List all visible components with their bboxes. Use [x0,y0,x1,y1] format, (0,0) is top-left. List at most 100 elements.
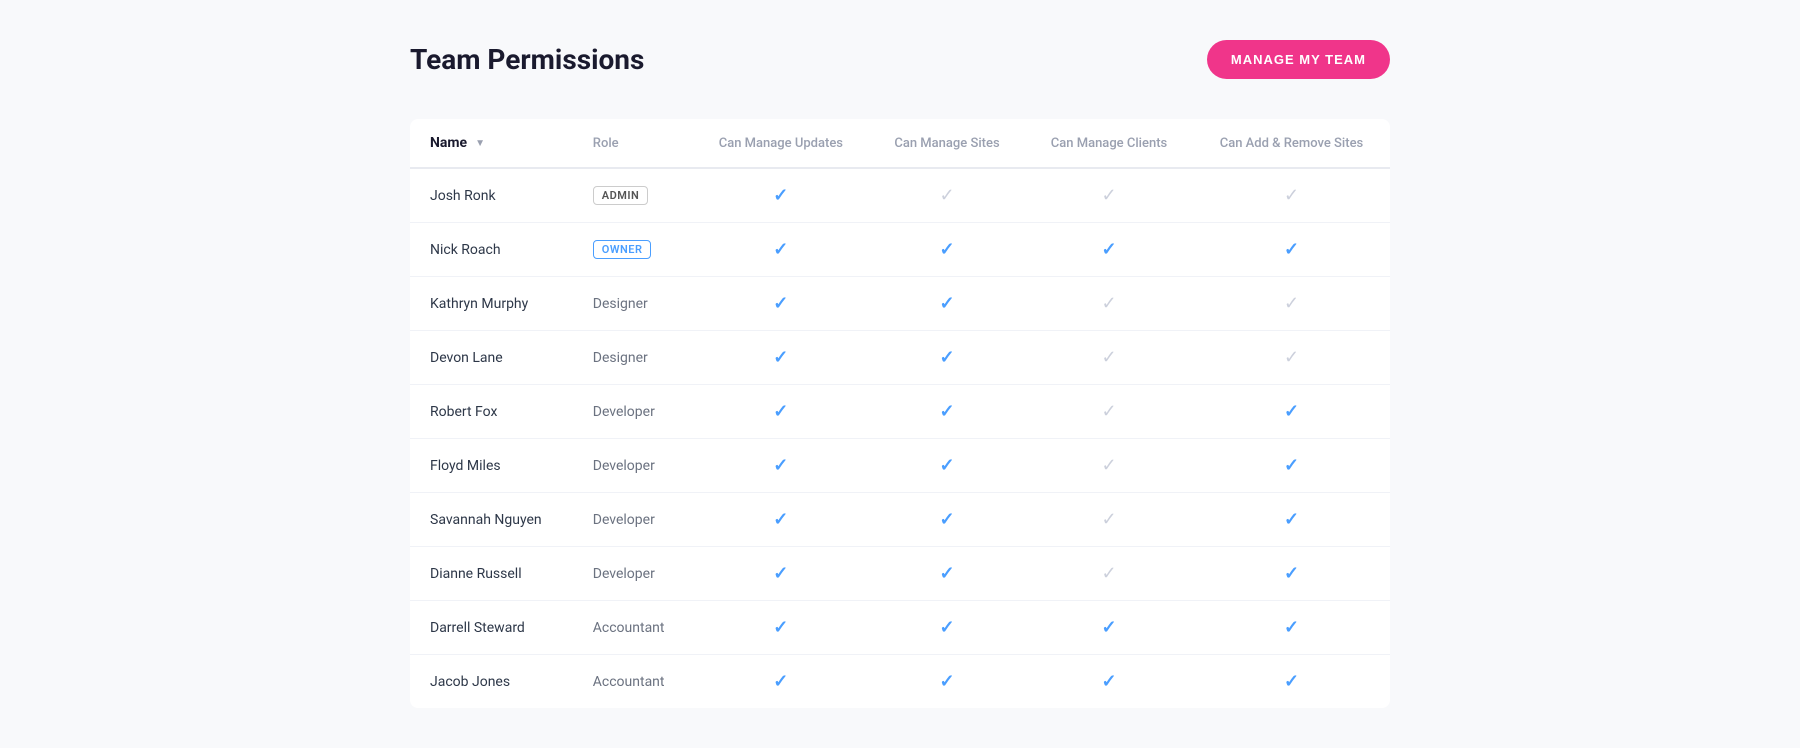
page-header: Team Permissions MANAGE MY TEAM [410,40,1390,79]
permissions-table: Name ▼ Role Can Manage Updates Can Manag… [410,119,1390,708]
role-cell: Developer [573,493,693,547]
check-active-icon: ✓ [1101,239,1116,260]
table-row: Savannah NguyenDeveloper ✓ ✓ ✓ ✓ [410,493,1390,547]
can-manage-clients-cell: ✓ [1025,168,1193,223]
can-add-remove-sites-cell: ✓ [1193,223,1390,277]
check-active-icon: ✓ [1284,401,1299,422]
can-manage-updates-cell: ✓ [693,547,869,601]
can-manage-updates-cell: ✓ [693,168,869,223]
can-manage-clients-cell: ✓ [1025,385,1193,439]
check-active-icon: ✓ [1284,671,1299,692]
check-active-icon: ✓ [773,617,788,638]
can-manage-updates-cell: ✓ [693,601,869,655]
col-header-manage-updates: Can Manage Updates [693,119,869,168]
check-active-icon: ✓ [1284,563,1299,584]
role-cell: OWNER [573,223,693,277]
col-header-name[interactable]: Name ▼ [410,119,573,168]
table-header: Name ▼ Role Can Manage Updates Can Manag… [410,119,1390,168]
name-cell: Devon Lane [410,331,573,385]
can-manage-clients-cell: ✓ [1025,547,1193,601]
check-active-icon: ✓ [1284,617,1299,638]
can-manage-updates-cell: ✓ [693,277,869,331]
col-header-manage-clients: Can Manage Clients [1025,119,1193,168]
role-cell: Developer [573,439,693,493]
check-active-icon: ✓ [773,455,788,476]
can-manage-updates-cell: ✓ [693,385,869,439]
manage-team-button[interactable]: MANAGE MY TEAM [1207,40,1390,79]
name-cell: Darrell Steward [410,601,573,655]
can-add-remove-sites-cell: ✓ [1193,655,1390,709]
can-manage-updates-cell: ✓ [693,331,869,385]
check-active-icon: ✓ [773,509,788,530]
can-manage-clients-cell: ✓ [1025,277,1193,331]
can-manage-updates-cell: ✓ [693,655,869,709]
check-active-icon: ✓ [939,455,954,476]
col-header-manage-sites: Can Manage Sites [869,119,1025,168]
name-cell: Robert Fox [410,385,573,439]
role-cell: Designer [573,277,693,331]
can-manage-sites-cell: ✓ [869,168,1025,223]
permissions-table-wrapper: Name ▼ Role Can Manage Updates Can Manag… [410,119,1390,708]
can-manage-clients-cell: ✓ [1025,223,1193,277]
check-active-icon: ✓ [1101,617,1116,638]
name-cell: Jacob Jones [410,655,573,709]
can-manage-updates-cell: ✓ [693,493,869,547]
role-cell: Designer [573,331,693,385]
check-inactive-icon: ✓ [1101,347,1116,368]
name-cell: Josh Ronk [410,168,573,223]
can-manage-updates-cell: ✓ [693,223,869,277]
check-inactive-icon: ✓ [1284,293,1299,314]
can-manage-clients-cell: ✓ [1025,601,1193,655]
can-add-remove-sites-cell: ✓ [1193,493,1390,547]
page-container: Team Permissions MANAGE MY TEAM Name ▼ R… [350,0,1450,748]
can-manage-sites-cell: ✓ [869,601,1025,655]
check-active-icon: ✓ [773,671,788,692]
can-manage-clients-cell: ✓ [1025,493,1193,547]
table-body: Josh RonkADMIN✓✓✓✓Nick RoachOWNER✓✓✓✓Kat… [410,168,1390,708]
check-active-icon: ✓ [939,563,954,584]
role-cell: Accountant [573,655,693,709]
check-active-icon: ✓ [939,509,954,530]
can-manage-sites-cell: ✓ [869,493,1025,547]
can-manage-clients-cell: ✓ [1025,439,1193,493]
role-cell: Developer [573,385,693,439]
check-active-icon: ✓ [773,239,788,260]
table-row: Floyd MilesDeveloper✓✓✓✓ [410,439,1390,493]
check-inactive-icon: ✓ [1101,455,1116,476]
check-active-icon: ✓ [1284,509,1299,530]
check-inactive-icon: ✓ [1101,293,1116,314]
can-manage-sites-cell: ✓ [869,277,1025,331]
table-row: Josh RonkADMIN✓✓✓✓ [410,168,1390,223]
name-cell: Kathryn Murphy [410,277,573,331]
can-add-remove-sites-cell: ✓ [1193,168,1390,223]
can-manage-clients-cell: ✓ [1025,331,1193,385]
name-cell: Nick Roach [410,223,573,277]
role-badge: OWNER [593,240,652,259]
name-cell: Savannah Nguyen [410,493,573,547]
can-manage-sites-cell: ✓ [869,331,1025,385]
table-row: Robert FoxDeveloper ✓ ✓ ✓ ✓ [410,385,1390,439]
table-row: Nick RoachOWNER✓✓✓✓ [410,223,1390,277]
check-active-icon: ✓ [773,347,788,368]
role-cell: Developer [573,547,693,601]
sort-icon: ▼ [475,138,485,149]
name-cell: Floyd Miles [410,439,573,493]
table-row: Darrell StewardAccountant ✓ ✓ ✓ ✓ [410,601,1390,655]
check-active-icon: ✓ [773,401,788,422]
check-active-icon: ✓ [773,293,788,314]
role-cell: ADMIN [573,168,693,223]
check-active-icon: ✓ [773,563,788,584]
table-row: Dianne RussellDeveloper✓✓✓✓ [410,547,1390,601]
can-add-remove-sites-cell: ✓ [1193,547,1390,601]
check-active-icon: ✓ [939,293,954,314]
check-inactive-icon: ✓ [1284,185,1299,206]
check-inactive-icon: ✓ [1101,563,1116,584]
check-inactive-icon: ✓ [1284,347,1299,368]
check-inactive-icon: ✓ [1101,185,1116,206]
role-cell: Accountant [573,601,693,655]
table-row: Devon LaneDesigner ✓ ✓ ✓ ✓ [410,331,1390,385]
can-add-remove-sites-cell: ✓ [1193,277,1390,331]
check-inactive-icon: ✓ [1101,401,1116,422]
check-active-icon: ✓ [1101,671,1116,692]
check-active-icon: ✓ [939,401,954,422]
